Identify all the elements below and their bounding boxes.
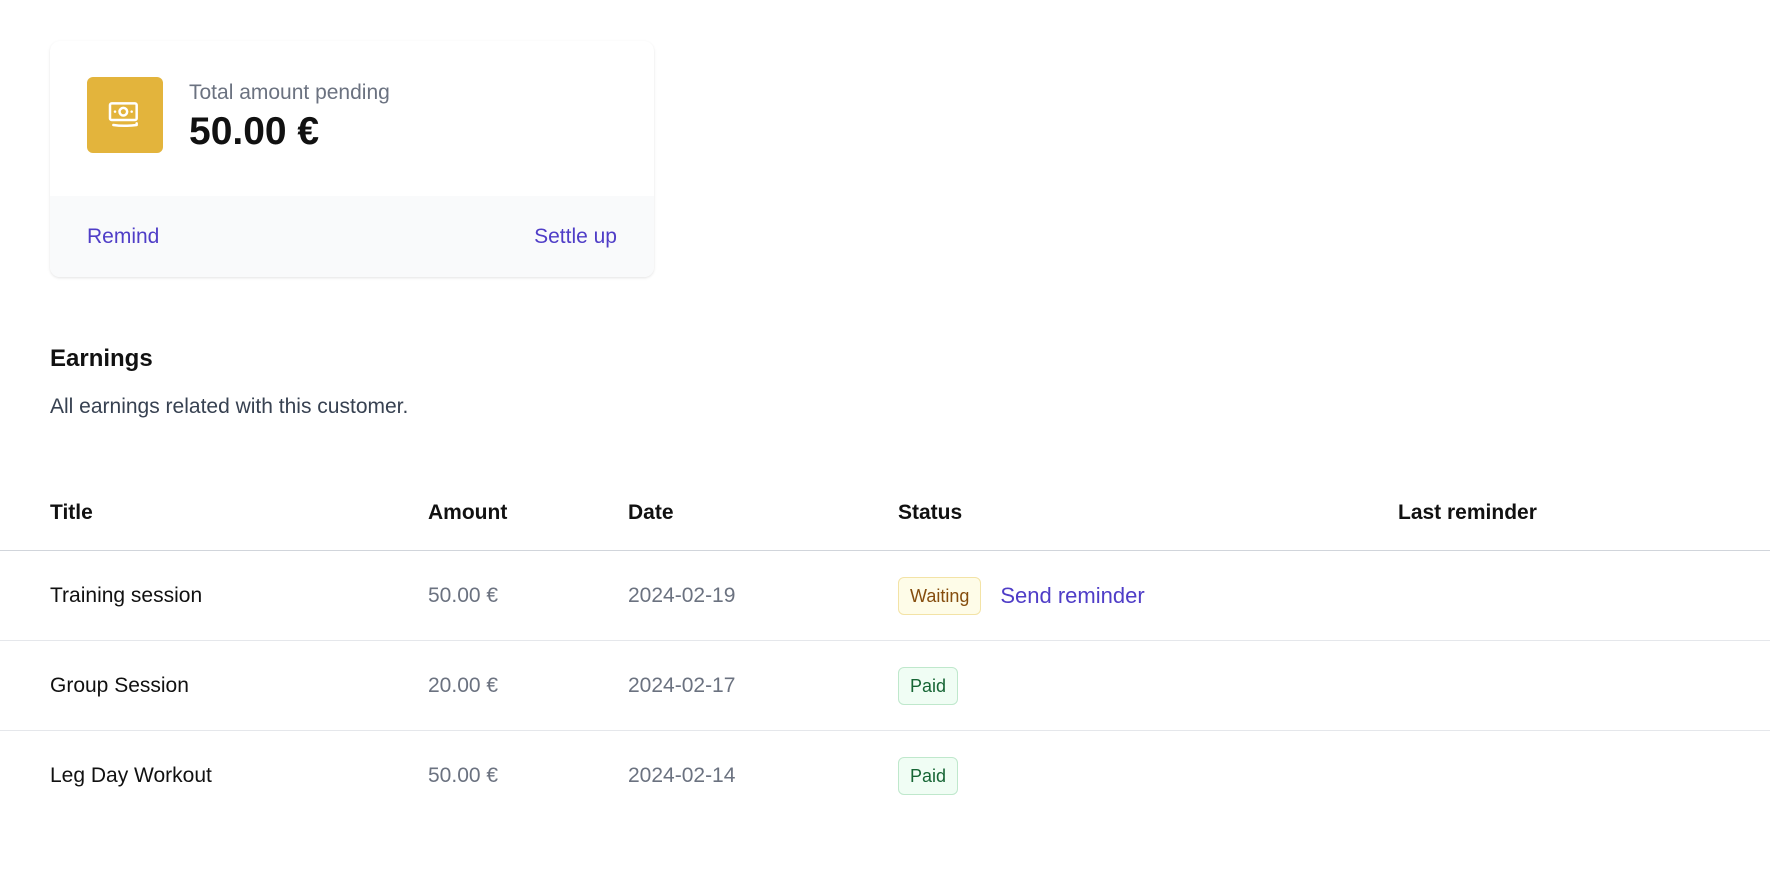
row-title: Training session — [50, 583, 203, 607]
row-date: 2024-02-14 — [628, 764, 736, 787]
header-status: Status — [898, 501, 963, 524]
pending-summary-card: Total amount pending 50.00 € Remind Sett… — [50, 41, 654, 277]
table-row: Training session 50.00 € 2024-02-19 Wait… — [0, 551, 1770, 641]
table-header: Title Amount Date Status Last reminder — [0, 478, 1770, 551]
settle-up-link[interactable]: Settle up — [534, 225, 617, 249]
row-amount: 50.00 € — [428, 583, 499, 607]
status-badge-waiting: Waiting — [898, 576, 982, 615]
header-amount: Amount — [428, 501, 508, 524]
table-row: Group Session 20.00 € 2024-02-17 Paid — [0, 641, 1770, 731]
row-amount: 50.00 € — [428, 764, 499, 787]
row-date: 2024-02-19 — [628, 583, 736, 607]
row-status-cell: Paid — [898, 757, 959, 795]
pending-amount: 50.00 € — [189, 110, 320, 153]
status-badge-paid: Paid — [898, 757, 959, 795]
send-reminder-link[interactable]: Send reminder — [1000, 583, 1144, 609]
earnings-description: All earnings related with this customer. — [50, 395, 409, 418]
remind-link[interactable]: Remind — [87, 225, 159, 249]
earnings-table: Title Amount Date Status Last reminder T… — [0, 478, 1770, 821]
pending-label: Total amount pending — [189, 81, 390, 104]
table-row: Leg Day Workout 50.00 € 2024-02-14 Paid — [0, 731, 1770, 821]
banknotes-icon — [87, 77, 163, 153]
status-badge-paid: Paid — [898, 666, 959, 705]
header-date: Date — [628, 501, 674, 524]
row-amount: 20.00 € — [428, 673, 499, 697]
row-date: 2024-02-17 — [628, 673, 736, 697]
row-status-cell: Waiting Send reminder — [898, 576, 1145, 615]
earnings-title: Earnings — [50, 345, 153, 372]
row-title: Group Session — [50, 673, 189, 697]
pending-summary-body: Total amount pending 50.00 € — [50, 41, 654, 196]
pending-summary-text: Total amount pending 50.00 € — [189, 77, 390, 156]
header-title: Title — [50, 501, 93, 524]
row-status-cell: Paid — [898, 666, 959, 705]
header-last-reminder: Last reminder — [1398, 501, 1537, 524]
row-title: Leg Day Workout — [50, 764, 212, 787]
pending-summary-footer: Remind Settle up — [50, 196, 654, 277]
